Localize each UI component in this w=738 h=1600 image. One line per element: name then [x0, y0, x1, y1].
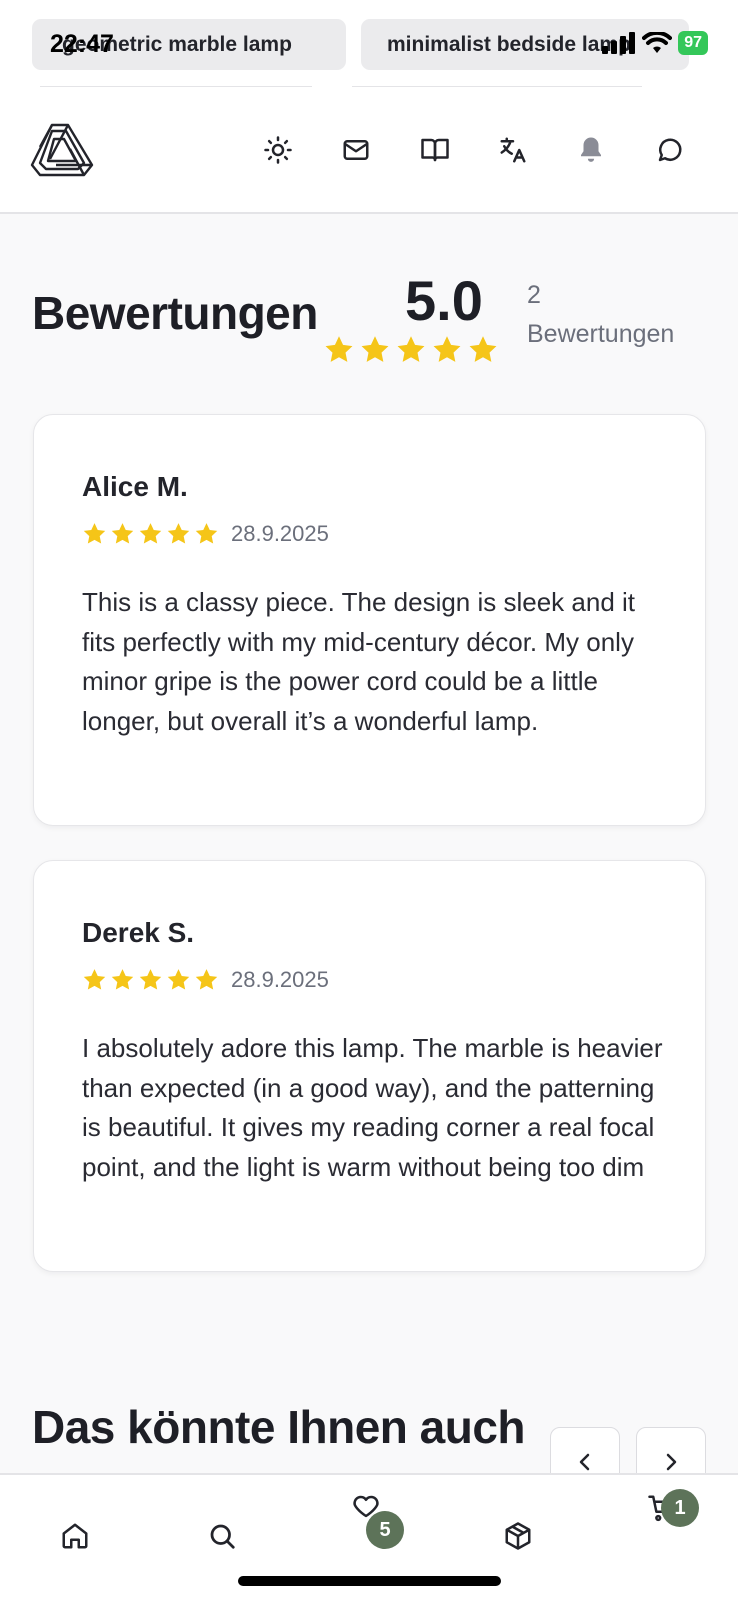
chevron-left-icon: [579, 1453, 590, 1471]
review-stars: [82, 968, 219, 992]
status-icons: 97: [602, 31, 708, 55]
star-icon: [139, 523, 162, 544]
review-date: 28.9.2025: [231, 521, 329, 546]
star-icon: [139, 969, 162, 990]
star-icon: [361, 336, 389, 362]
signal-icon: [602, 32, 636, 54]
star-icon: [111, 969, 134, 990]
average-rating: 5.0: [405, 269, 483, 332]
reviews-title: Bewertungen: [32, 287, 318, 339]
star-icon: [111, 523, 134, 544]
chat-icon[interactable]: [653, 133, 687, 167]
review-text: I absolutely adore this lamp. The marble…: [82, 1033, 663, 1182]
site-header: [0, 88, 738, 214]
suggestion-chip-2-label: minimalist bedside lamp: [387, 32, 631, 56]
review-text: This is a classy piece. The design is sl…: [82, 587, 636, 736]
star-icon: [195, 969, 218, 990]
cart-count-badge: 1: [661, 1489, 699, 1527]
star-icon: [469, 336, 497, 362]
star-icon: [83, 969, 106, 990]
book-icon[interactable]: [418, 133, 452, 167]
review-stars: [82, 522, 219, 546]
star-icon: [325, 336, 353, 362]
review-date: 28.9.2025: [231, 967, 329, 992]
average-rating-stars: [323, 335, 499, 365]
review-card: Derek S. 28.9.2025 I absolutely adore th…: [33, 860, 706, 1272]
orders-box-icon[interactable]: [501, 1519, 535, 1553]
star-icon: [397, 336, 425, 362]
home-icon[interactable]: [58, 1519, 92, 1553]
reviewer-name: Derek S.: [82, 917, 195, 948]
battery-indicator: 97: [678, 31, 708, 55]
review-count-label: Bewertungen: [527, 320, 675, 348]
search-suggestion-strip: geometric marble lamp minimalist bedside…: [0, 0, 738, 88]
recommendations-title: Das könnte Ihnen auch: [32, 1401, 526, 1453]
translate-icon[interactable]: [496, 133, 530, 167]
star-icon: [83, 523, 106, 544]
theme-sun-icon[interactable]: [261, 133, 295, 167]
home-indicator: [238, 1576, 501, 1586]
review-count: 2: [527, 281, 541, 309]
chevron-right-icon: [666, 1453, 677, 1471]
star-icon: [195, 523, 218, 544]
search-icon[interactable]: [205, 1519, 239, 1553]
review-card: Alice M. 28.9.2025 This is a classy piec…: [33, 414, 706, 826]
star-icon: [167, 523, 190, 544]
brand-logo-icon[interactable]: [30, 121, 94, 179]
star-icon: [433, 336, 461, 362]
reviewer-name: Alice M.: [82, 471, 188, 502]
chip-underline-2: [352, 86, 642, 87]
mail-icon[interactable]: [339, 133, 373, 167]
chip-underline-1: [40, 86, 312, 87]
status-time: 22:47: [50, 30, 114, 58]
wifi-icon: [642, 32, 673, 53]
bell-icon[interactable]: [574, 133, 608, 167]
wishlist-count-badge: 5: [366, 1511, 404, 1549]
star-icon: [167, 969, 190, 990]
